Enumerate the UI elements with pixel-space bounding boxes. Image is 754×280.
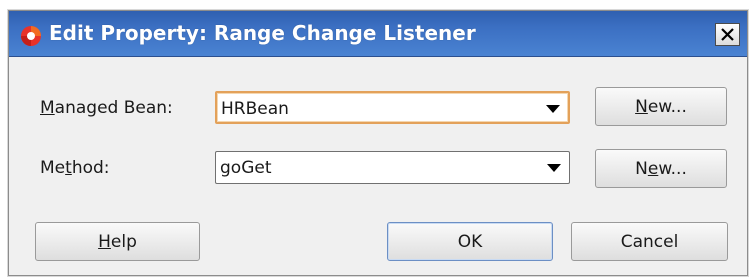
managed-bean-value: HRBean	[221, 99, 289, 119]
new-method-mnemonic: e	[647, 158, 659, 179]
title-bar: Edit Property: Range Change Listener	[9, 11, 747, 57]
help-label: elp	[110, 231, 137, 252]
dialog-title: Edit Property: Range Change Listener	[49, 21, 476, 45]
cancel-label: Cancel	[620, 231, 679, 252]
new-bean-button[interactable]: New...	[595, 87, 727, 126]
edit-property-dialog: Edit Property: Range Change Listener Man…	[8, 10, 748, 276]
managed-bean-label-text: anaged Bean:	[54, 98, 173, 118]
method-label: Method:	[40, 158, 110, 178]
method-value: goGet	[220, 158, 272, 178]
new-bean-label: ew...	[647, 96, 687, 117]
method-label-rest: hod:	[71, 158, 110, 178]
chevron-down-icon[interactable]	[547, 164, 561, 172]
new-method-post: w...	[658, 158, 687, 179]
managed-bean-label: Managed Bean:	[40, 98, 173, 118]
close-icon	[721, 28, 734, 41]
managed-bean-mnemonic: M	[40, 98, 55, 118]
ok-button[interactable]: OK	[387, 222, 553, 261]
method-label-pre: Me	[40, 158, 66, 178]
app-icon	[21, 26, 41, 46]
close-button[interactable]	[715, 23, 740, 46]
managed-bean-combo[interactable]: HRBean	[215, 91, 570, 124]
help-mnemonic: H	[98, 231, 111, 252]
ok-label: OK	[457, 231, 483, 252]
chevron-down-icon[interactable]	[546, 105, 560, 113]
help-button[interactable]: Help	[35, 222, 200, 261]
method-mnemonic: t	[65, 158, 72, 178]
new-bean-mnemonic: N	[635, 96, 648, 117]
cancel-button[interactable]: Cancel	[571, 222, 728, 261]
method-combo[interactable]: goGet	[215, 151, 570, 184]
new-method-pre: N	[635, 158, 648, 179]
new-method-button[interactable]: Ne w...	[595, 149, 727, 188]
